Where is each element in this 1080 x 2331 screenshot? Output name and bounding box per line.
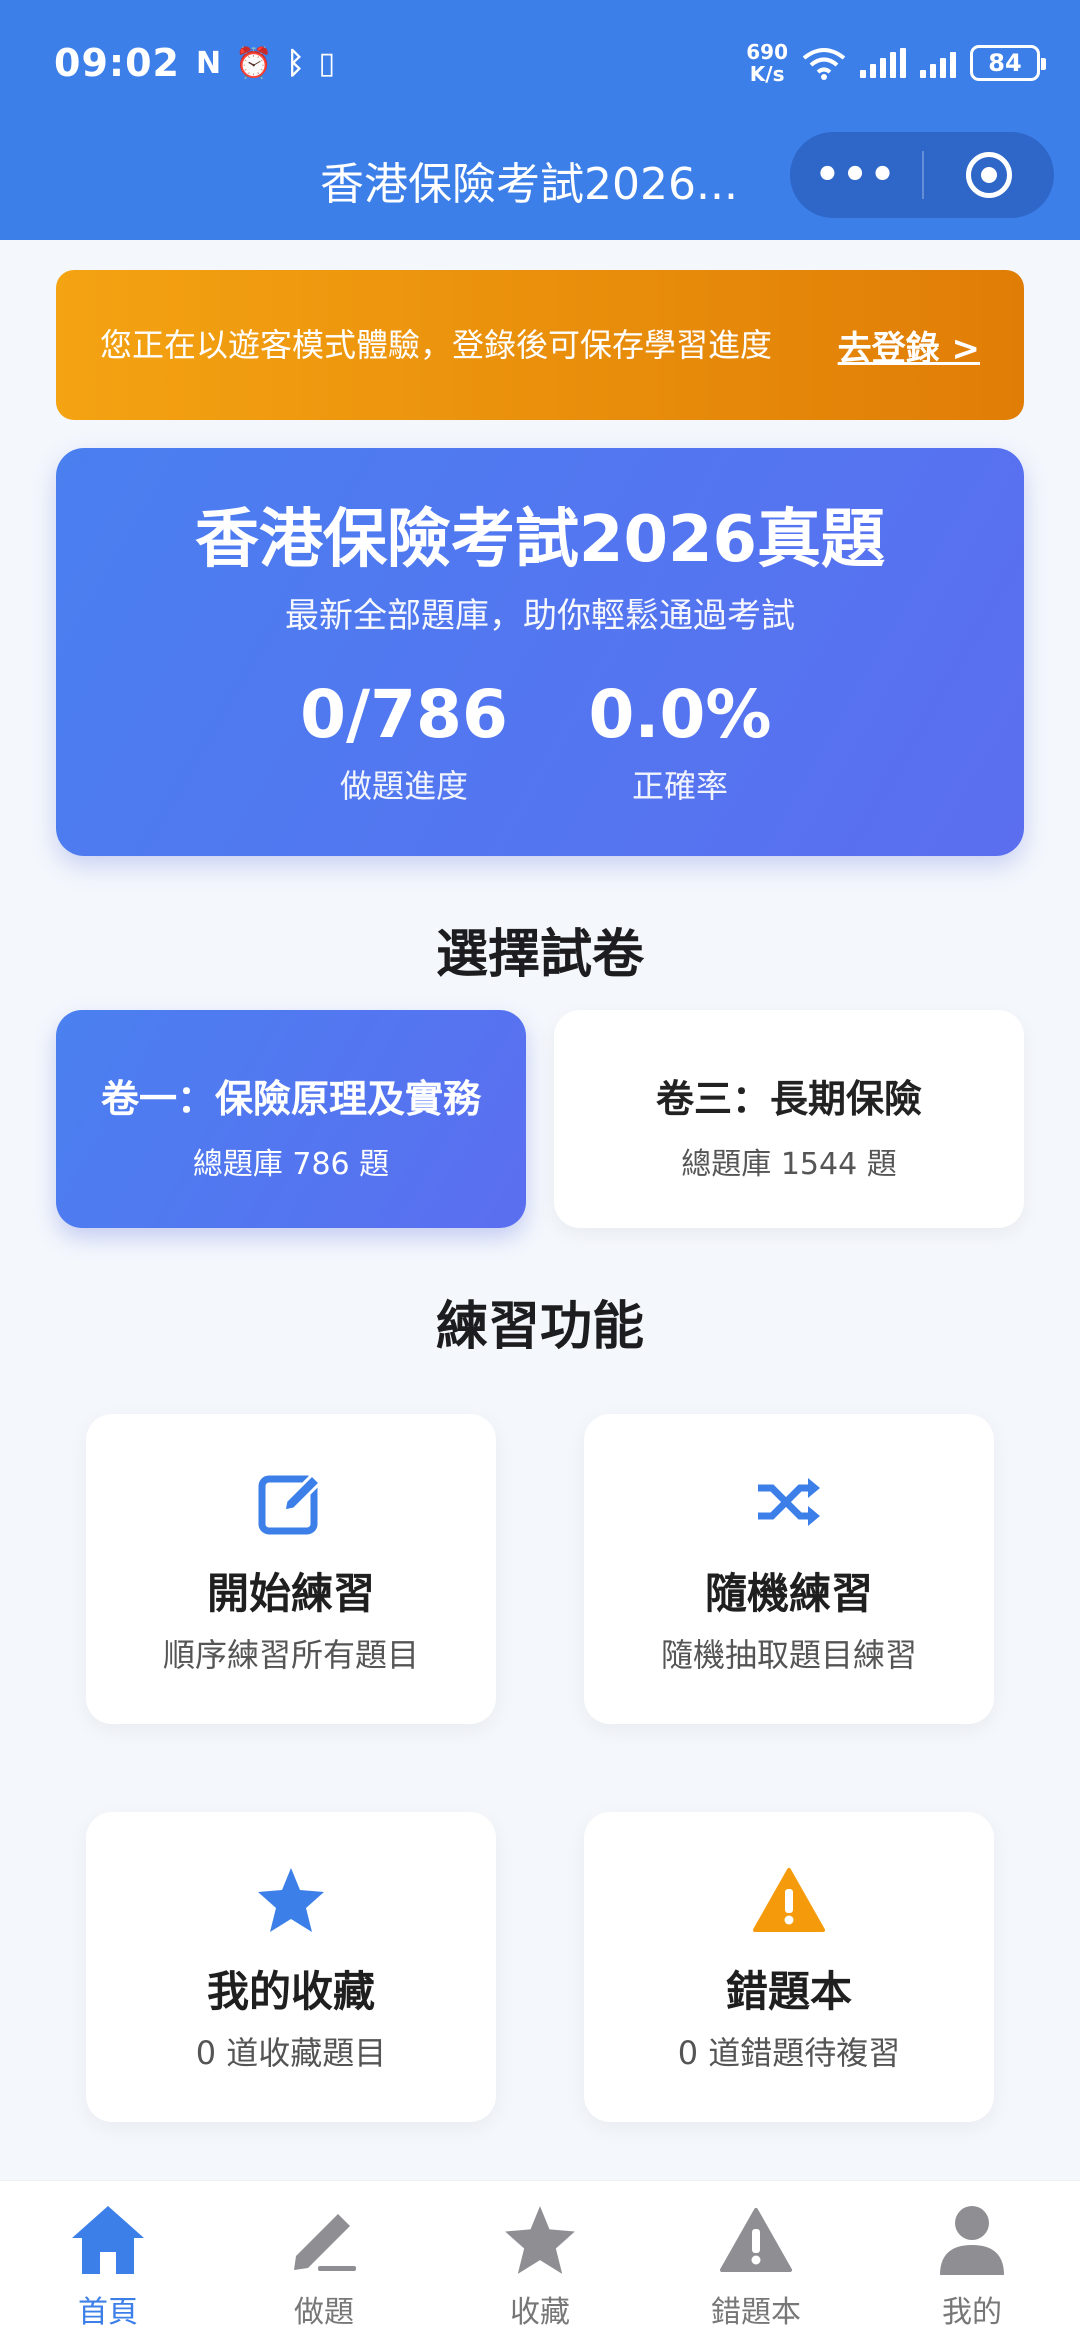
wifi-icon (802, 48, 846, 80)
warning-icon (720, 2199, 792, 2281)
shuffle-icon (584, 1466, 994, 1538)
tab-label: 收藏 (510, 2295, 570, 2330)
battery-icon: 84 (970, 45, 1046, 81)
signal-icon-1 (860, 48, 906, 78)
tab-favorites[interactable]: 收藏 (432, 2181, 648, 2331)
page-title: 香港保險考試2026... (320, 159, 738, 210)
card-subtitle: 0 道錯題待複習 (677, 2034, 901, 2072)
accuracy-label: 正確率 (631, 767, 728, 805)
progress-value: 0/786 (300, 676, 508, 753)
nfc-icon: N (195, 45, 222, 81)
tab-wrong-questions[interactable]: 錯題本 (648, 2181, 864, 2331)
card-subtitle: 0 道收藏題目 (195, 2034, 387, 2072)
tab-home[interactable]: 首頁 (0, 2181, 216, 2331)
net-speed-unit: K/s (749, 62, 785, 86)
battery-level: 84 (988, 49, 1022, 77)
status-left-icons: N ⏰ ᛒ ▯ (196, 46, 335, 81)
tab-label: 首頁 (78, 2295, 138, 2330)
paper-card-3[interactable]: 卷三：長期保險 總題庫 1544 題 (554, 1010, 1024, 1228)
practice-section-title: 練習功能 (435, 1297, 644, 1357)
progress-label: 做題進度 (339, 767, 468, 805)
bluetooth-icon: ᛒ (286, 45, 305, 81)
card-title: 錯題本 (725, 1967, 852, 2016)
bottom-tab-bar: 首頁 做題 收藏 錯題本 我的 (0, 2180, 1080, 2331)
hero-title: 香港保險考試2026真題 (194, 503, 886, 577)
tab-label: 錯題本 (711, 2295, 801, 2330)
guest-mode-message: 您正在以遊客模式體驗，登錄後可保存學習進度 (100, 326, 773, 364)
card-title: 我的收藏 (206, 1967, 375, 2016)
card-subtitle: 順序練習所有題目 (162, 1636, 419, 1674)
tab-label: 做題 (294, 2295, 354, 2330)
net-speed: 690 K/s (746, 41, 788, 85)
miniprogram-capsule: ••• (790, 132, 1054, 218)
app-header: 09:02 N ⏰ ᛒ ▯ 690 K/s 84 香港保險考試2026... •… (0, 0, 1080, 240)
guest-mode-banner: 您正在以遊客模式體驗，登錄後可保存學習進度 去登錄 > (56, 270, 1024, 420)
paper-count: 總題庫 786 題 (192, 1147, 390, 1182)
warning-icon (584, 1864, 994, 1936)
edit-icon (86, 1466, 496, 1538)
card-title: 隨機練習 (704, 1569, 873, 1618)
paper-title: 卷三：長期保險 (655, 1077, 922, 1121)
tab-profile[interactable]: 我的 (864, 2181, 1080, 2331)
target-icon (966, 152, 1012, 198)
tab-practice[interactable]: 做題 (216, 2181, 432, 2331)
alarm-icon: ⏰ (235, 45, 273, 81)
select-paper-title: 選擇試卷 (435, 925, 644, 985)
paper-title: 卷一：保險原理及實務 (100, 1077, 481, 1121)
hero-card: 香港保險考試2026真題 最新全部題庫，助你輕鬆通過考試 0/786 做題進度 … (56, 448, 1024, 856)
signal-icon-2 (920, 48, 956, 78)
start-practice-card[interactable]: 開始練習 順序練習所有題目 (86, 1414, 496, 1724)
home-icon (68, 2199, 148, 2281)
tab-label: 我的 (942, 2295, 1002, 2330)
more-menu-button[interactable]: ••• (790, 152, 922, 198)
progress-stat: 0/786 做題進度 (274, 676, 534, 807)
card-title: 開始練習 (206, 1569, 375, 1618)
vibrate-icon: ▯ (318, 45, 335, 81)
net-speed-value: 690 (746, 40, 788, 64)
user-icon (937, 2199, 1007, 2281)
star-icon (86, 1864, 496, 1936)
card-subtitle: 隨機抽取題目練習 (660, 1636, 917, 1674)
hero-subtitle: 最新全部題庫，助你輕鬆通過考試 (285, 596, 795, 636)
status-bar: 09:02 N ⏰ ᛒ ▯ 690 K/s 84 (54, 38, 1046, 88)
wrong-questions-card[interactable]: 錯題本 0 道錯題待複習 (584, 1812, 994, 2122)
paper-count: 總題庫 1544 題 (681, 1147, 897, 1182)
status-right-icons: 690 K/s 84 (746, 41, 1046, 85)
status-time: 09:02 (54, 41, 180, 85)
accuracy-value: 0.0% (588, 676, 772, 753)
pencil-icon (288, 2199, 360, 2281)
favorites-card[interactable]: 我的收藏 0 道收藏題目 (86, 1812, 496, 2122)
close-miniprogram-button[interactable] (924, 152, 1054, 198)
login-link[interactable]: 去登錄 > (838, 321, 980, 370)
random-practice-card[interactable]: 隨機練習 隨機抽取題目練習 (584, 1414, 994, 1724)
star-icon (502, 2199, 578, 2281)
accuracy-stat: 0.0% 正確率 (550, 676, 810, 807)
paper-card-1[interactable]: 卷一：保險原理及實務 總題庫 786 題 (56, 1010, 526, 1228)
